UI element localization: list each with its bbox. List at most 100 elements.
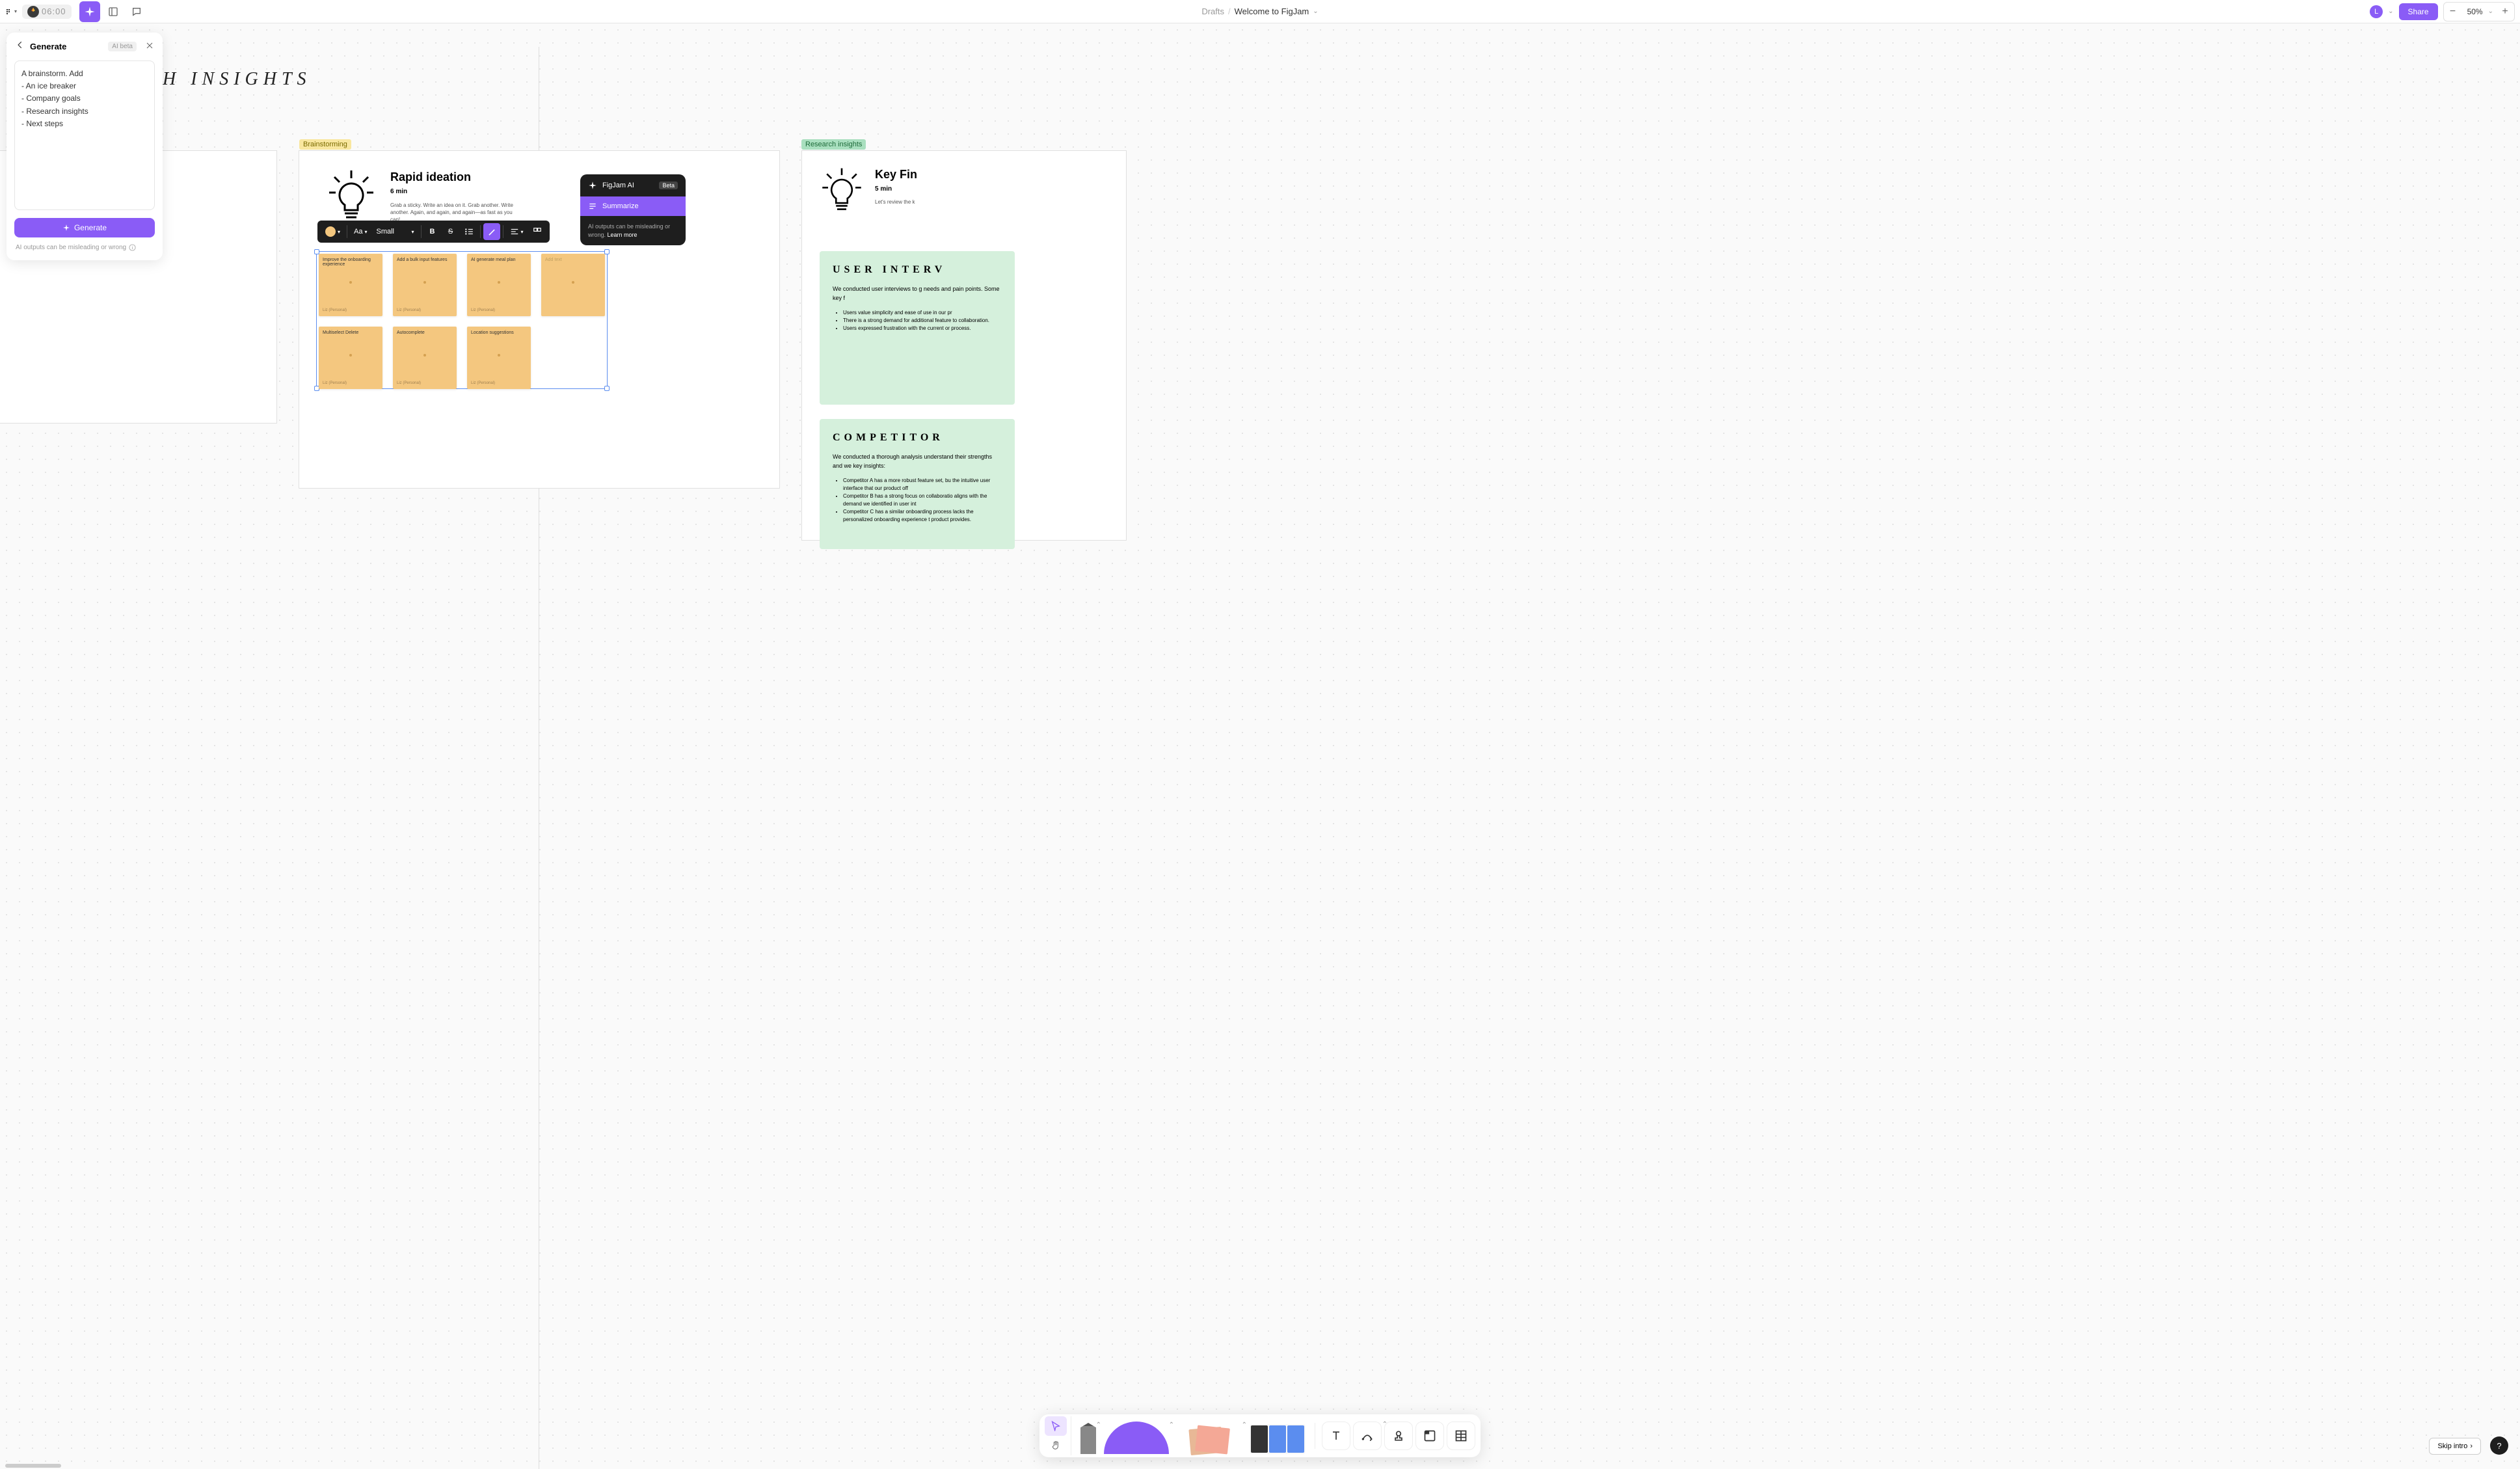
shape-circle-icon (1104, 1422, 1169, 1454)
info-icon[interactable] (129, 244, 136, 251)
summarize-icon (588, 202, 597, 211)
sticky-author: Liz (Personal) (323, 308, 379, 312)
layout-grid-button[interactable] (103, 1, 124, 22)
chevron-down-icon: ▾ (364, 229, 367, 235)
document-title[interactable]: Welcome to FigJam (1235, 7, 1309, 16)
card-bullets: Competitor A has a more robust feature s… (833, 477, 1002, 524)
generate-disclaimer: AI outputs can be misleading or wrong (7, 244, 163, 260)
figma-logo-icon (5, 7, 13, 16)
bold-button[interactable]: B (424, 223, 441, 240)
chevron-up-icon[interactable]: ⌃ (1242, 1422, 1247, 1429)
lightbulb-icon (819, 168, 865, 220)
resize-handle-tr[interactable] (604, 249, 610, 254)
disclaimer-text: AI outputs can be misleading or wrong (16, 244, 126, 251)
summarize-menu-item[interactable]: Summarize (580, 196, 686, 216)
tidy-icon (533, 227, 542, 236)
sticky-note[interactable]: AI generate meal planLiz (Personal) (467, 254, 531, 316)
ai-beta-badge: AI beta (108, 42, 137, 51)
ai-generate-button[interactable] (79, 1, 100, 22)
strikethrough-button[interactable]: S (442, 223, 459, 240)
chevron-down-icon: ▾ (338, 229, 340, 235)
select-tool[interactable] (1045, 1416, 1067, 1436)
bullet-item: Competitor B has a strong focus on colla… (843, 492, 1002, 508)
bullet-item: Users expressed frustration with the cur… (843, 325, 1002, 332)
bullet-item: Competitor A has a more robust feature s… (843, 477, 1002, 492)
chevron-up-icon[interactable]: ⌃ (1169, 1422, 1174, 1429)
tidy-button[interactable] (529, 223, 546, 240)
top-toolbar: ▾ 06:00 Drafts / Welcome to FigJam ⌄ L ⌄… (0, 0, 2520, 23)
timer-value: 06:00 (42, 7, 66, 16)
competitor-card[interactable]: COMPETITOR We conducted a thorough analy… (820, 419, 1015, 549)
sticky-author: Liz (Personal) (471, 381, 527, 385)
main-menu-button[interactable]: ▾ (5, 6, 17, 18)
marker-tool[interactable]: ⌃ (1078, 1418, 1099, 1454)
section-icon (1423, 1429, 1436, 1442)
canvas[interactable]: H INSIGHTS O Brainstorming Research insi… (0, 23, 2520, 1469)
comment-icon (131, 7, 142, 17)
timer-widget[interactable]: 06:00 (22, 5, 72, 19)
cursor-icon (1051, 1421, 1061, 1431)
bullet-list-button[interactable] (461, 223, 477, 240)
chevron-down-icon: ▾ (411, 229, 414, 235)
zoom-out-button[interactable]: − (2444, 3, 2462, 21)
zoom-value[interactable]: 50% (2462, 7, 2488, 16)
hand-tool[interactable] (1045, 1436, 1067, 1455)
zoom-chevron-icon[interactable]: ⌄ (2488, 8, 2496, 15)
sticky-marker-icon (349, 281, 352, 284)
stamp-tool[interactable] (1384, 1422, 1413, 1450)
comment-button[interactable] (126, 1, 147, 22)
sticky-note-empty[interactable]: Add text (541, 254, 605, 316)
close-button[interactable] (146, 41, 154, 53)
sticky-tool[interactable]: ⌃ (1174, 1418, 1244, 1454)
connector-tool[interactable]: ⌃ (1353, 1422, 1382, 1450)
avatar[interactable]: L (2370, 5, 2383, 18)
ai-menu-disclaimer: AI outputs can be misleading or wrong. L… (580, 216, 686, 245)
sticky-text: Autocomplete (397, 330, 453, 335)
chevron-up-icon[interactable]: ⌃ (1382, 1421, 1387, 1428)
sticky-author: Liz (Personal) (397, 381, 453, 385)
sticky-marker-icon (349, 354, 352, 357)
stamp-icon (1392, 1429, 1405, 1442)
prompt-textarea[interactable]: A brainstorm. Add - An ice breaker - Com… (14, 61, 155, 210)
sticky-note[interactable]: Location suggestionsLiz (Personal) (467, 327, 531, 389)
learn-more-link[interactable]: Learn more (608, 232, 637, 238)
templates-tool[interactable] (1247, 1418, 1308, 1454)
zoom-in-button[interactable]: + (2496, 3, 2514, 21)
strikethrough-icon: S (448, 228, 453, 236)
section-tool[interactable] (1415, 1422, 1444, 1450)
chevron-up-icon[interactable]: ⌃ (1096, 1422, 1101, 1429)
skip-intro-button[interactable]: Skip intro › (2429, 1438, 2481, 1455)
shape-tool[interactable]: ⌃ (1101, 1418, 1172, 1454)
sticky-note[interactable]: Autocomplete Liz (Personal) (393, 327, 457, 389)
sparkle-icon (62, 224, 70, 232)
section-label-research[interactable]: Research insights (801, 139, 866, 150)
sticky-note[interactable]: Add a bulk input featuresLiz (Personal) (393, 254, 457, 316)
sticky-note[interactable]: Improve the onboarding experienceLiz (Pe… (319, 254, 382, 316)
chevron-down-icon[interactable]: ⌄ (1313, 8, 1318, 15)
horizontal-scrollbar[interactable] (5, 1464, 61, 1468)
sticky-note[interactable]: Multiselect DeleteLiz (Personal) (319, 327, 382, 389)
connector-icon (1361, 1429, 1374, 1442)
breadcrumb-drafts[interactable]: Drafts (1201, 7, 1224, 16)
table-tool[interactable] (1447, 1422, 1475, 1450)
highlight-button[interactable] (483, 223, 500, 240)
beta-badge: Beta (659, 182, 678, 189)
help-button[interactable]: ? (2490, 1436, 2508, 1455)
text-icon (1330, 1429, 1343, 1442)
section-label-brainstorming[interactable]: Brainstorming (299, 139, 351, 150)
zoom-controls: − 50% ⌄ + (2443, 2, 2515, 21)
font-family-button[interactable]: Aa▾ (350, 223, 371, 240)
sticky-grid: Improve the onboarding experienceLiz (Pe… (319, 254, 605, 389)
font-size-select[interactable]: Small▾ (373, 223, 418, 240)
back-button[interactable] (16, 40, 25, 53)
text-tool[interactable] (1322, 1422, 1350, 1450)
canvas-heading-insights: H INSIGHTS (163, 69, 312, 90)
color-swatch-button[interactable]: ▾ (321, 223, 344, 240)
align-button[interactable]: ▾ (506, 223, 528, 240)
sticky-text: Add a bulk input features (397, 258, 453, 262)
avatar-chevron-icon[interactable]: ⌄ (2388, 8, 2393, 15)
user-interview-card[interactable]: USER INTERV We conducted user interviews… (820, 251, 1015, 405)
resize-handle-br[interactable] (604, 386, 610, 391)
generate-button[interactable]: Generate (14, 218, 155, 237)
share-button[interactable]: Share (2399, 3, 2438, 20)
